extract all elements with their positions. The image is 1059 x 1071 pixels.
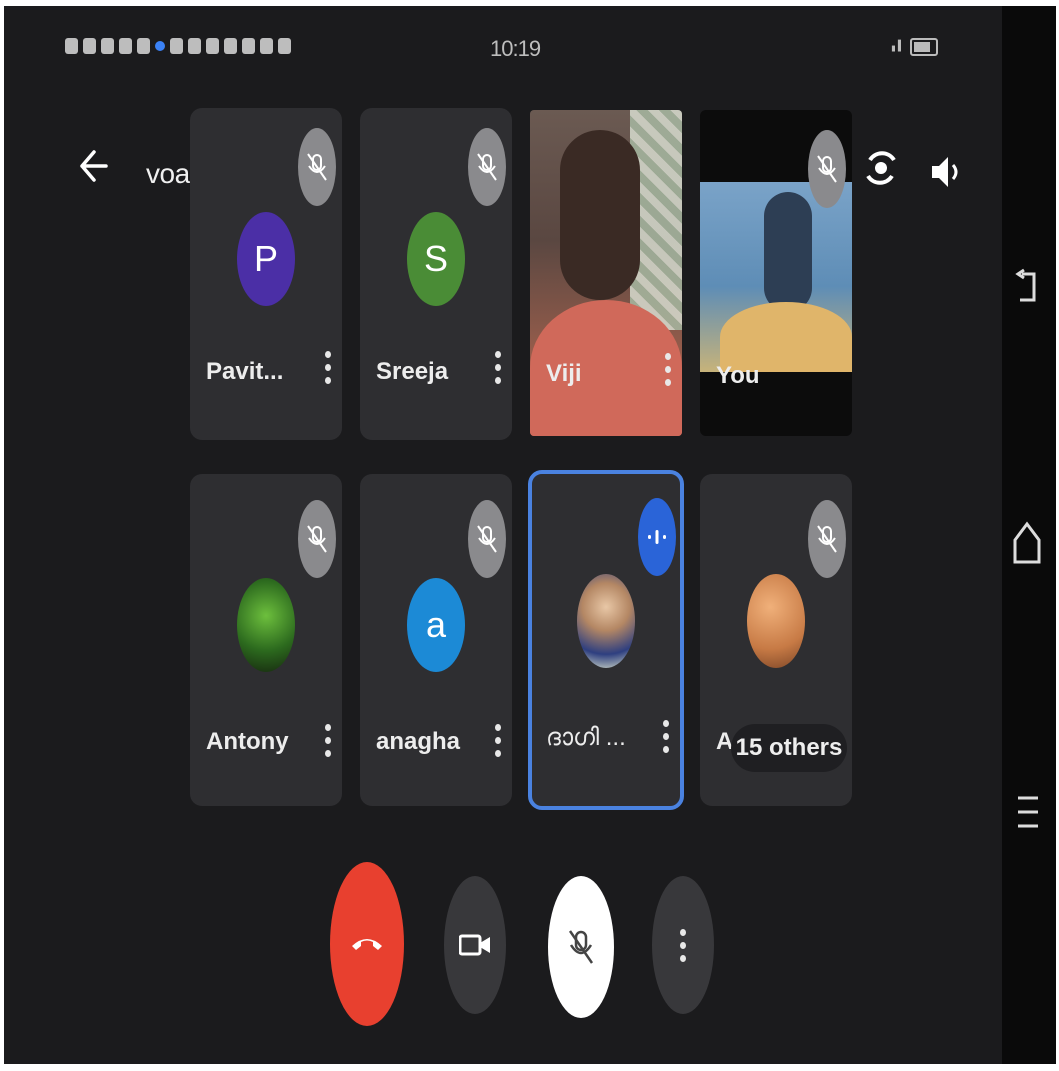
notification-icon — [188, 38, 201, 54]
more-vert-icon[interactable] — [664, 353, 672, 386]
switch-camera-icon[interactable] — [862, 146, 900, 195]
more-vert-icon — [679, 928, 687, 962]
more-options-button[interactable] — [652, 876, 714, 1014]
mic-button[interactable] — [548, 876, 614, 1018]
video-person-head — [560, 130, 640, 300]
notification-icon — [101, 38, 114, 54]
end-call-icon — [352, 939, 382, 950]
audio-level-icon — [638, 498, 676, 576]
battery-area: ▖▌ — [892, 38, 938, 56]
participant-name: Antony — [206, 728, 289, 755]
status-time: 10:19 — [490, 36, 541, 61]
speaker-icon[interactable] — [930, 152, 964, 197]
self-video-head — [764, 192, 812, 312]
notification-icon — [137, 38, 150, 54]
back-nav-icon[interactable] — [1014, 268, 1040, 313]
avatar: P — [237, 212, 295, 306]
mic-off-icon — [568, 930, 594, 964]
home-nav-icon[interactable] — [1012, 518, 1042, 573]
participant-name: You — [716, 362, 760, 389]
more-vert-icon[interactable] — [494, 724, 502, 757]
avatar: a — [407, 578, 465, 672]
avatar-photo — [577, 574, 635, 668]
participant-name: Pavit... — [206, 358, 284, 385]
mic-off-icon — [808, 130, 846, 208]
mic-off-icon — [808, 500, 846, 578]
avatar-photo — [237, 578, 295, 672]
participant-tile[interactable]: a anagha — [360, 474, 512, 806]
camera-button[interactable] — [444, 876, 506, 1014]
notification-icon — [170, 38, 183, 54]
mic-off-icon — [468, 128, 506, 206]
notification-icon — [119, 38, 132, 54]
notification-icon — [83, 38, 96, 54]
notification-icon — [224, 38, 237, 54]
participant-tile[interactable]: P Pavit... — [190, 108, 342, 440]
notification-icon — [206, 38, 219, 54]
more-vert-icon[interactable] — [324, 351, 332, 384]
mic-off-icon — [298, 500, 336, 578]
self-video-tile[interactable]: You — [700, 110, 852, 436]
more-vert-icon[interactable] — [324, 724, 332, 757]
notification-icon — [278, 38, 291, 54]
others-count-chip[interactable]: 15 others — [731, 724, 847, 772]
participant-name: Viji — [546, 360, 582, 387]
notification-icon — [65, 38, 78, 54]
participant-name: ദാഗി ... — [546, 724, 626, 751]
participant-tile[interactable]: S Sreeja — [360, 108, 512, 440]
menu-nav-icon[interactable] — [1016, 792, 1040, 837]
status-bar: 10:19 ▖▌ — [44, 28, 996, 64]
active-speaker-tile[interactable]: ദാഗി ... — [528, 470, 684, 810]
avatar: S — [407, 212, 465, 306]
mic-off-icon — [298, 128, 336, 206]
participant-tile[interactable]: Antony — [190, 474, 342, 806]
signal-icon: ▖▌ — [891, 41, 904, 52]
more-vert-icon[interactable] — [494, 351, 502, 384]
more-vert-icon[interactable] — [662, 720, 670, 753]
meet-call-screen: 10:19 ▖▌ voa-uczk-jjn P Pavit... — [4, 6, 1056, 1064]
notification-icon — [242, 38, 255, 54]
mic-off-icon — [468, 500, 506, 578]
participant-name: anagha — [376, 728, 461, 755]
self-video-frame — [700, 182, 852, 372]
participant-video-tile[interactable]: Viji — [530, 110, 682, 436]
back-arrow-icon[interactable] — [78, 148, 108, 194]
avatar-photo — [747, 574, 805, 668]
notification-dot-icon — [155, 41, 165, 51]
camera-icon — [459, 934, 490, 956]
battery-icon — [910, 38, 938, 56]
notification-icons — [52, 38, 291, 58]
end-call-button[interactable] — [330, 862, 404, 1026]
notification-icon — [260, 38, 273, 54]
participant-name: Sreeja — [376, 358, 449, 385]
system-nav-bar — [1002, 6, 1056, 1064]
